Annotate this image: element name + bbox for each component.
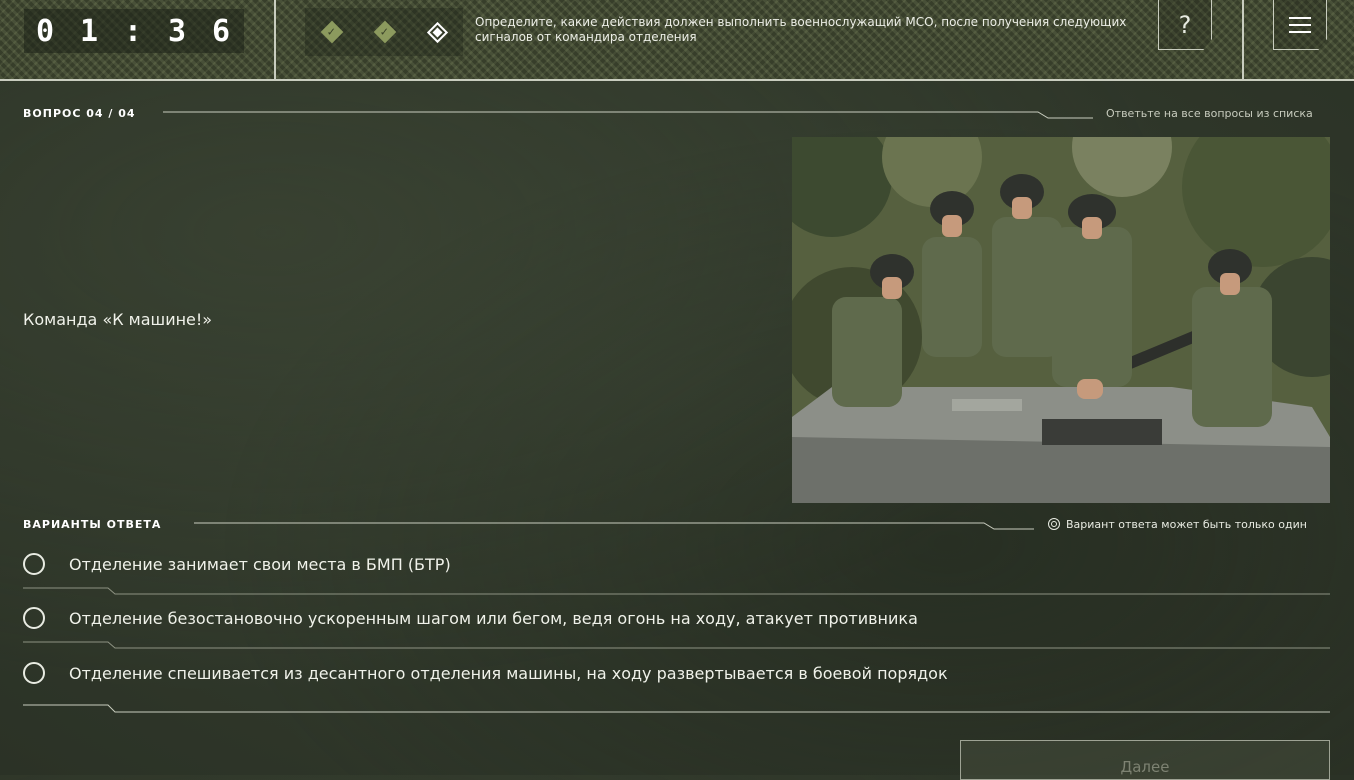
check-icon: ✓	[379, 25, 390, 39]
menu-button[interactable]	[1273, 0, 1327, 50]
timer-colon: :	[123, 13, 145, 49]
answer-divider	[23, 587, 1330, 595]
question-mark-icon: ?	[1178, 10, 1192, 39]
progress-step-current[interactable]	[426, 21, 448, 43]
answer-option-text: Отделение занимает свои места в БМП (БТР…	[69, 554, 451, 574]
radio-button[interactable]	[23, 607, 45, 629]
answer-option-text: Отделение спешивается из десантного отде…	[69, 663, 948, 683]
question-text: Команда «К машине!»	[23, 310, 213, 329]
diamond-icon	[432, 27, 442, 37]
section-divider	[194, 522, 1034, 530]
question-counter: ВОПРОС 04 / 04	[23, 107, 136, 120]
single-choice-note: Вариант ответа может быть только один	[1048, 518, 1307, 531]
timer-digit: 1	[79, 13, 101, 49]
progress-step-done[interactable]: ✓	[320, 20, 343, 44]
soldiers-on-apc-photo	[792, 137, 1330, 503]
answer-option[interactable]: Отделение занимает свои места в БМП (БТР…	[23, 544, 1330, 584]
top-bar: 0 1 : 3 6 ✓ ✓ Определите, какие действия…	[0, 0, 1354, 81]
next-button-label: Далее	[1120, 758, 1170, 776]
target-icon	[1048, 518, 1060, 530]
answer-all-hint: Ответьте на все вопросы из списка	[1106, 107, 1313, 120]
answers-section-label: ВАРИАНТЫ ОТВЕТА	[23, 518, 162, 531]
next-button[interactable]: Далее	[960, 740, 1330, 780]
countdown-timer: 0 1 : 3 6	[24, 9, 244, 53]
section-divider	[163, 111, 1093, 119]
answer-divider	[23, 704, 1330, 713]
radio-button[interactable]	[23, 553, 45, 575]
timer-digit: 3	[167, 13, 189, 49]
answer-option[interactable]: Отделение спешивается из десантного отде…	[23, 653, 1330, 693]
answer-option-text: Отделение безостановочно ускоренным шаго…	[69, 608, 918, 628]
hamburger-icon	[1289, 16, 1311, 33]
answer-option[interactable]: Отделение безостановочно ускоренным шаго…	[23, 598, 1330, 638]
question-progress: ✓ ✓	[305, 8, 463, 56]
task-instruction: Определите, какие действия должен выполн…	[475, 15, 1127, 44]
progress-step-done[interactable]: ✓	[373, 20, 396, 44]
question-photo	[792, 137, 1330, 503]
radio-button[interactable]	[23, 662, 45, 684]
timer-digit: 0	[36, 13, 57, 49]
timer-digit: 6	[211, 13, 232, 49]
check-icon: ✓	[326, 25, 337, 39]
header-divider	[274, 0, 276, 79]
help-button[interactable]: ?	[1158, 0, 1212, 50]
answer-divider	[23, 641, 1330, 649]
header-divider	[1242, 0, 1244, 79]
single-choice-note-text: Вариант ответа может быть только один	[1066, 518, 1307, 531]
